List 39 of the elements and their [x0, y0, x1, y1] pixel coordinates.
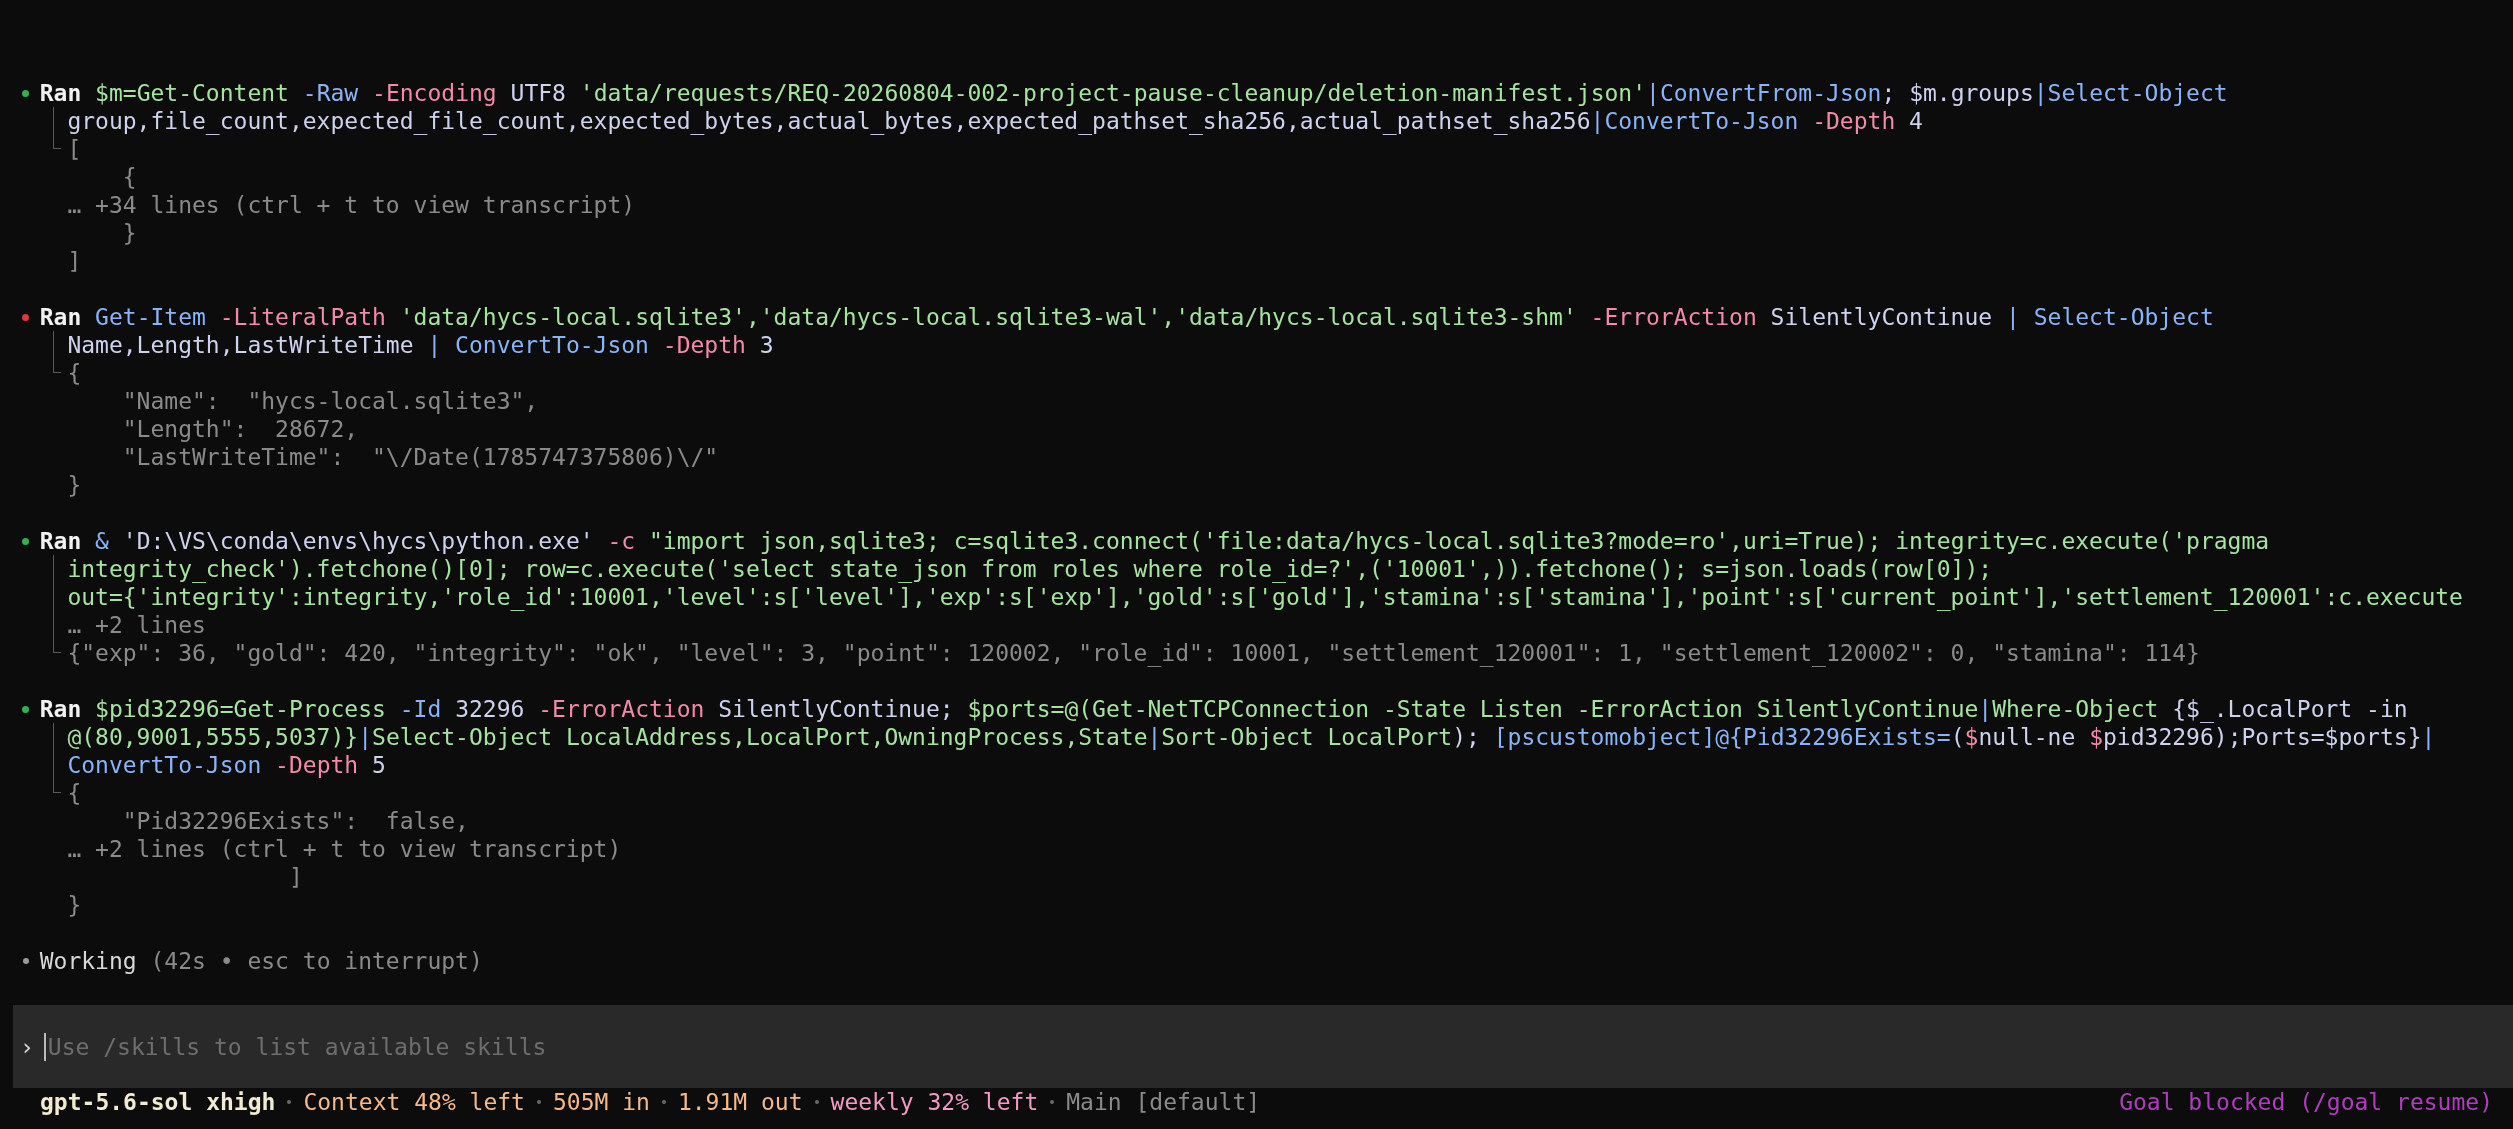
status-item: weekly 32% left: [830, 1088, 1039, 1116]
command-line: group,file_count,expected_file_count,expected_bytes,actual_bytes,expected_pathset_sha256,actual_pathset_sha256|ConvertTo-Json -Depth 4: [67, 107, 1923, 135]
output-line: {"exp": 36, "gold": 420, "integrity": "ok", "level": 3, "point": 120002, "role_id": 10001, "settlement_120001": 1, "settlement_120002": 0, "stamina": 114}: [67, 639, 2200, 667]
command-line: integrity_check').fetchone()[0]; row=c.execute('select state_json from roles where role_id=?',('10001',)).fetchone(); s=json.loads(row[0]);: [67, 555, 1993, 583]
status-item: 505M in: [552, 1088, 650, 1116]
message-input[interactable]: Use /skills to list available skills: [47, 1005, 2513, 1088]
output-line: … +2 lines (ctrl + t to view transcript): [67, 835, 622, 863]
status-item: Context 48% left: [303, 1088, 525, 1116]
command-line: out={'integrity':integrity,'role_id':10001,'level':s['level'],'exp':s['exp'],'gold':s['gold'],'stamina':s['stamina'],'point':s['current_point'],'settlement_120001':c.execute: [67, 583, 2463, 611]
output-line: … +34 lines (ctrl + t to view transcript): [67, 191, 636, 219]
status-item: gpt-5.6-sol xhigh: [40, 1088, 276, 1116]
command-line: @(80,9001,5555,5037)}|Select-Object LocalAddress,LocalPort,OwningProcess,State|Sort-Object LocalPort); [pscustomobject]@{Pid32296Exists=($null-ne $pid32296);Ports=$ports}|: [67, 723, 2436, 751]
output-line: }: [67, 471, 82, 499]
working-detail: (42s • esc to interrupt): [150, 947, 483, 975]
output-line: {: [67, 359, 82, 387]
working-label: Working: [39, 947, 137, 975]
status-item: 1.91M out: [677, 1088, 803, 1116]
command-line: ConvertTo-Json -Depth 5: [67, 751, 386, 779]
status-item: Main [default]: [1066, 1088, 1261, 1116]
command-line: Ran $pid32296=Get-Process -Id 32296 -ErrorAction SilentlyContinue; $ports=@(Get-NetTCPConnection -State Listen -ErrorAction SilentlyContinue|Where-Object {$_.LocalPort -in: [39, 695, 2408, 723]
goal-status[interactable]: Goal blocked (/goal resume): [2119, 1088, 2493, 1116]
command-line: Ran Get-Item -LiteralPath 'data/hycs-local.sqlite3','data/hycs-local.sqlite3-wal','data/hycs-local.sqlite3-shm' -ErrorAction SilentlyContinue | Select-Object: [39, 303, 2214, 331]
output-line: "LastWriteTime": "\/Date(1785747375806)\/": [121, 443, 719, 471]
output-line: {: [121, 163, 137, 191]
command-line: … +2 lines: [67, 611, 206, 639]
command-line: Ran & 'D:\VS\conda\envs\hycs\python.exe' -c "import json,sqlite3; c=sqlite3.connect('file:data/hycs-local.sqlite3?mode=ro',uri=True); integrity=c.execute('pragma: [39, 527, 2270, 555]
output-line: [: [67, 135, 82, 163]
output-line: }: [121, 219, 137, 247]
output-line: "Length": 28672,: [121, 415, 359, 443]
output-line: ]: [67, 247, 82, 275]
command-line: Name,Length,LastWriteTime | ConvertTo-Json -Depth 3: [67, 331, 774, 359]
text-cursor: [43, 1032, 46, 1061]
output-line: "Name": "hycs-local.sqlite3",: [121, 387, 539, 415]
output-line: "Pid32296Exists": false,: [121, 807, 469, 835]
output-line: ]: [287, 863, 303, 891]
prompt-glyph: ›: [20, 1032, 34, 1061]
command-line: Ran $m=Get-Content -Raw -Encoding UTF8 'data/requests/REQ-20260804-002-project-pause-cleanup/deletion-manifest.json'|ConvertFrom-Json; $m.groups|Select-Object: [39, 79, 2228, 107]
output-line: }: [67, 891, 82, 919]
output-line: {: [67, 779, 82, 807]
